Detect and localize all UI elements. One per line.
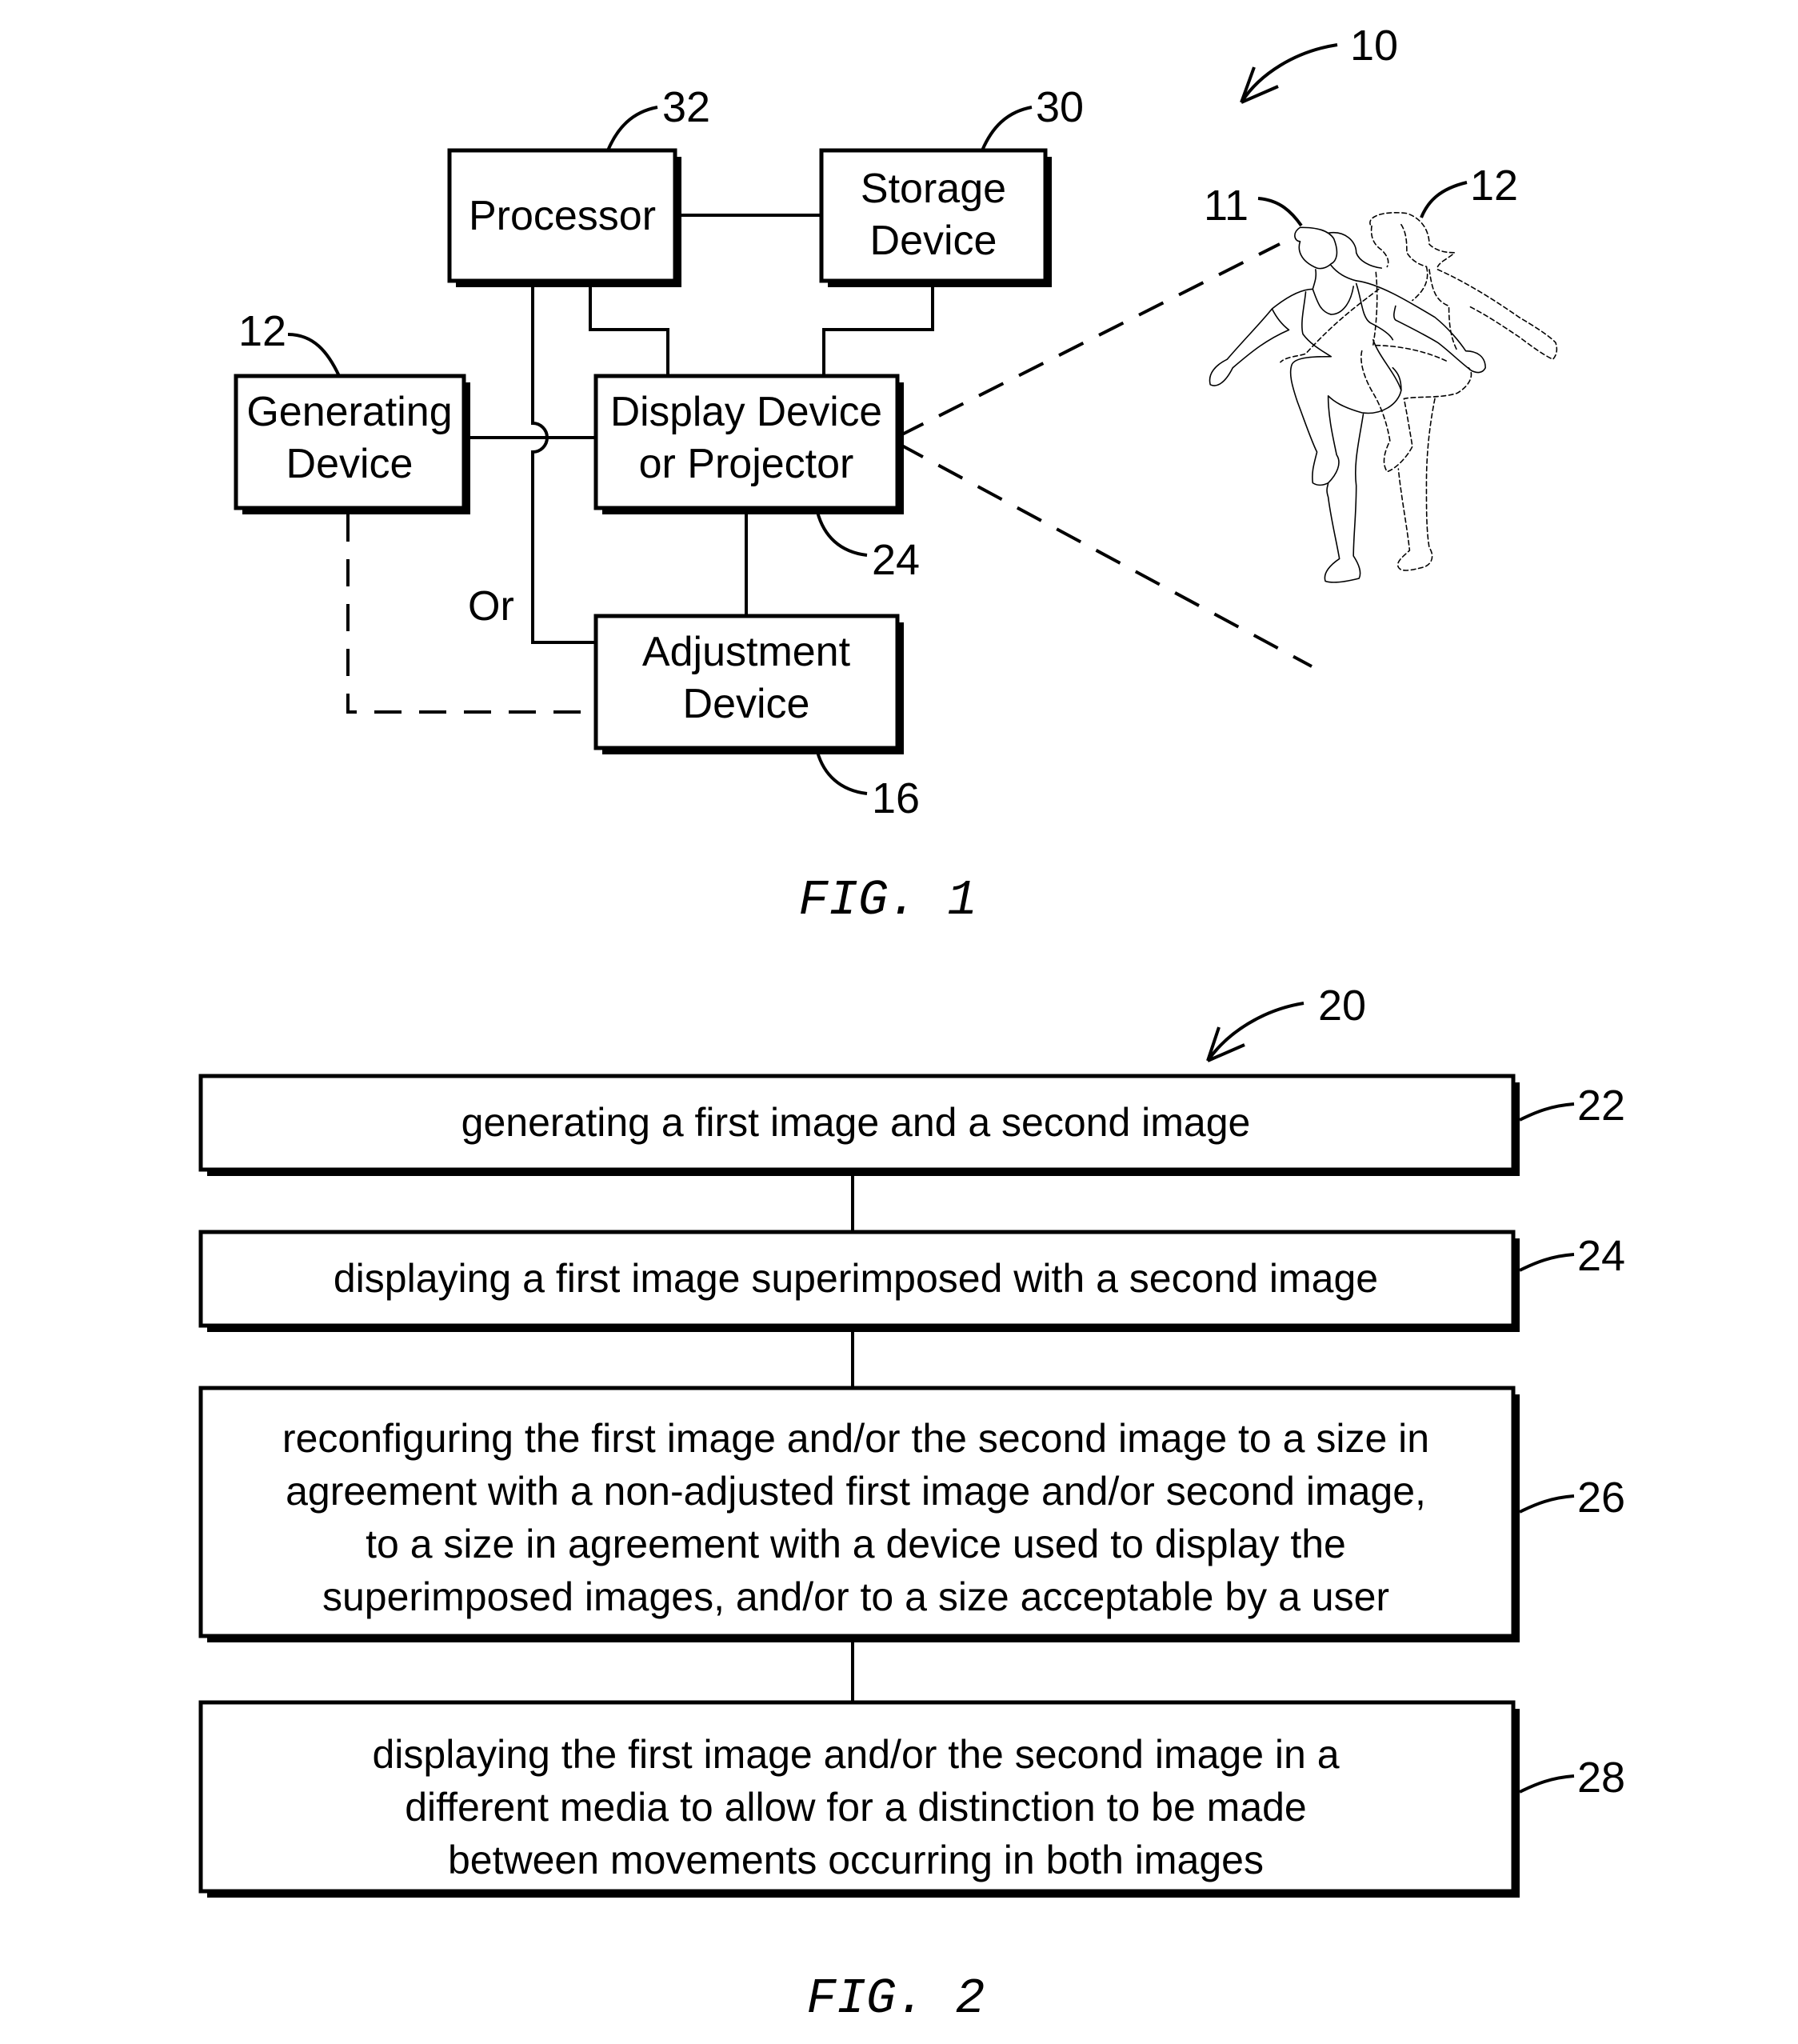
ref-24-step-leader (1519, 1253, 1575, 1272)
ref-28-leader (1519, 1774, 1575, 1794)
ref-26-leader (1519, 1494, 1575, 1514)
step-22-text: generating a first image and a second im… (461, 1100, 1251, 1145)
adjustment-device-block: Adjustment Device (593, 614, 904, 754)
ref-12-generating-leader (287, 333, 341, 377)
ref-12-person-label: 12 (1470, 162, 1518, 210)
display-label-line-1: Display Device (610, 389, 882, 435)
ref-22-label: 22 (1577, 1082, 1625, 1130)
first-person-figure-icon (1209, 226, 1486, 583)
storage-label-line-2: Device (870, 218, 997, 264)
step-26-text-line-1: reconfiguring the first image and/or the… (282, 1416, 1429, 1461)
step-28-text-line-1: displaying the first image and/or the se… (372, 1732, 1339, 1777)
ref-10-arrow-icon (1240, 43, 1338, 104)
or-label: Or (468, 583, 514, 630)
ref-11-label: 11 (1204, 182, 1249, 230)
second-person-figure-icon (1280, 212, 1558, 571)
ref-16-leader (816, 751, 868, 795)
ref-20-label: 20 (1318, 982, 1366, 1030)
adjustment-label-line-1: Adjustment (642, 629, 851, 675)
figure-1-caption: FIG. 1 (798, 872, 977, 929)
ref-11-leader (1257, 197, 1303, 227)
patent-drawing-sheet: 10 Processor 32 Storage Device 30 Genera… (198, 22, 1625, 2027)
step-26-text-line-2: agreement with a non-adjusted first imag… (286, 1469, 1426, 1514)
step-26-text-line-4: superimposed images, and/or to a size ac… (322, 1574, 1389, 1619)
ref-12-generating-label: 12 (238, 307, 286, 355)
adjustment-label-line-2: Device (683, 681, 810, 727)
ref-32-label: 32 (662, 83, 710, 131)
storage-device-block: Storage Device (819, 148, 1052, 287)
ref-28-label: 28 (1577, 1754, 1625, 1802)
ref-22-leader (1519, 1102, 1575, 1122)
storage-label-line-1: Storage (861, 166, 1006, 212)
ref-30-leader (981, 106, 1033, 151)
ref-12-person-leader (1420, 181, 1468, 218)
ref-16-label: 16 (872, 774, 920, 822)
display-device-block: Display Device or Projector (593, 374, 904, 514)
step-24-box: displaying a first image superimposed wi… (198, 1230, 1520, 1332)
ref-24-step-label: 24 (1577, 1232, 1625, 1280)
figure-1: 10 Processor 32 Storage Device 30 Genera… (234, 22, 1558, 929)
display-label-line-2: or Projector (639, 441, 854, 487)
ref-26-label: 26 (1577, 1474, 1625, 1522)
step-28-text-line-3: between movements occurring in both imag… (448, 1838, 1264, 1882)
generating-label-line-1: Generating (246, 389, 452, 435)
figure-2: 20 generating a first image and a second… (198, 982, 1625, 2027)
ref-20-arrow-icon (1206, 1002, 1305, 1062)
generating-device-block: Generating Device (234, 374, 470, 514)
ref-24-label: 24 (872, 536, 920, 584)
step-24-text: displaying a first image superimposed wi… (334, 1256, 1378, 1301)
step-22-box: generating a first image and a second im… (198, 1074, 1520, 1176)
generating-label-line-2: Device (286, 441, 414, 487)
ref-30-label: 30 (1036, 83, 1084, 131)
processor-label: Processor (469, 193, 656, 239)
ref-32-leader (606, 106, 658, 151)
step-26-text-line-3: to a size in agreement with a device use… (366, 1522, 1346, 1566)
step-28-text-line-2: different media to allow for a distincti… (405, 1785, 1307, 1830)
processor-block: Processor (447, 148, 681, 287)
projection-lines (898, 242, 1313, 668)
step-26-box: reconfiguring the first image and/or the… (198, 1386, 1520, 1642)
ref-24-leader (816, 511, 868, 557)
ref-10-label: 10 (1350, 22, 1398, 70)
figure-2-caption: FIG. 2 (806, 1970, 985, 2027)
step-28-box: displaying the first image and/or the se… (198, 1700, 1520, 1898)
